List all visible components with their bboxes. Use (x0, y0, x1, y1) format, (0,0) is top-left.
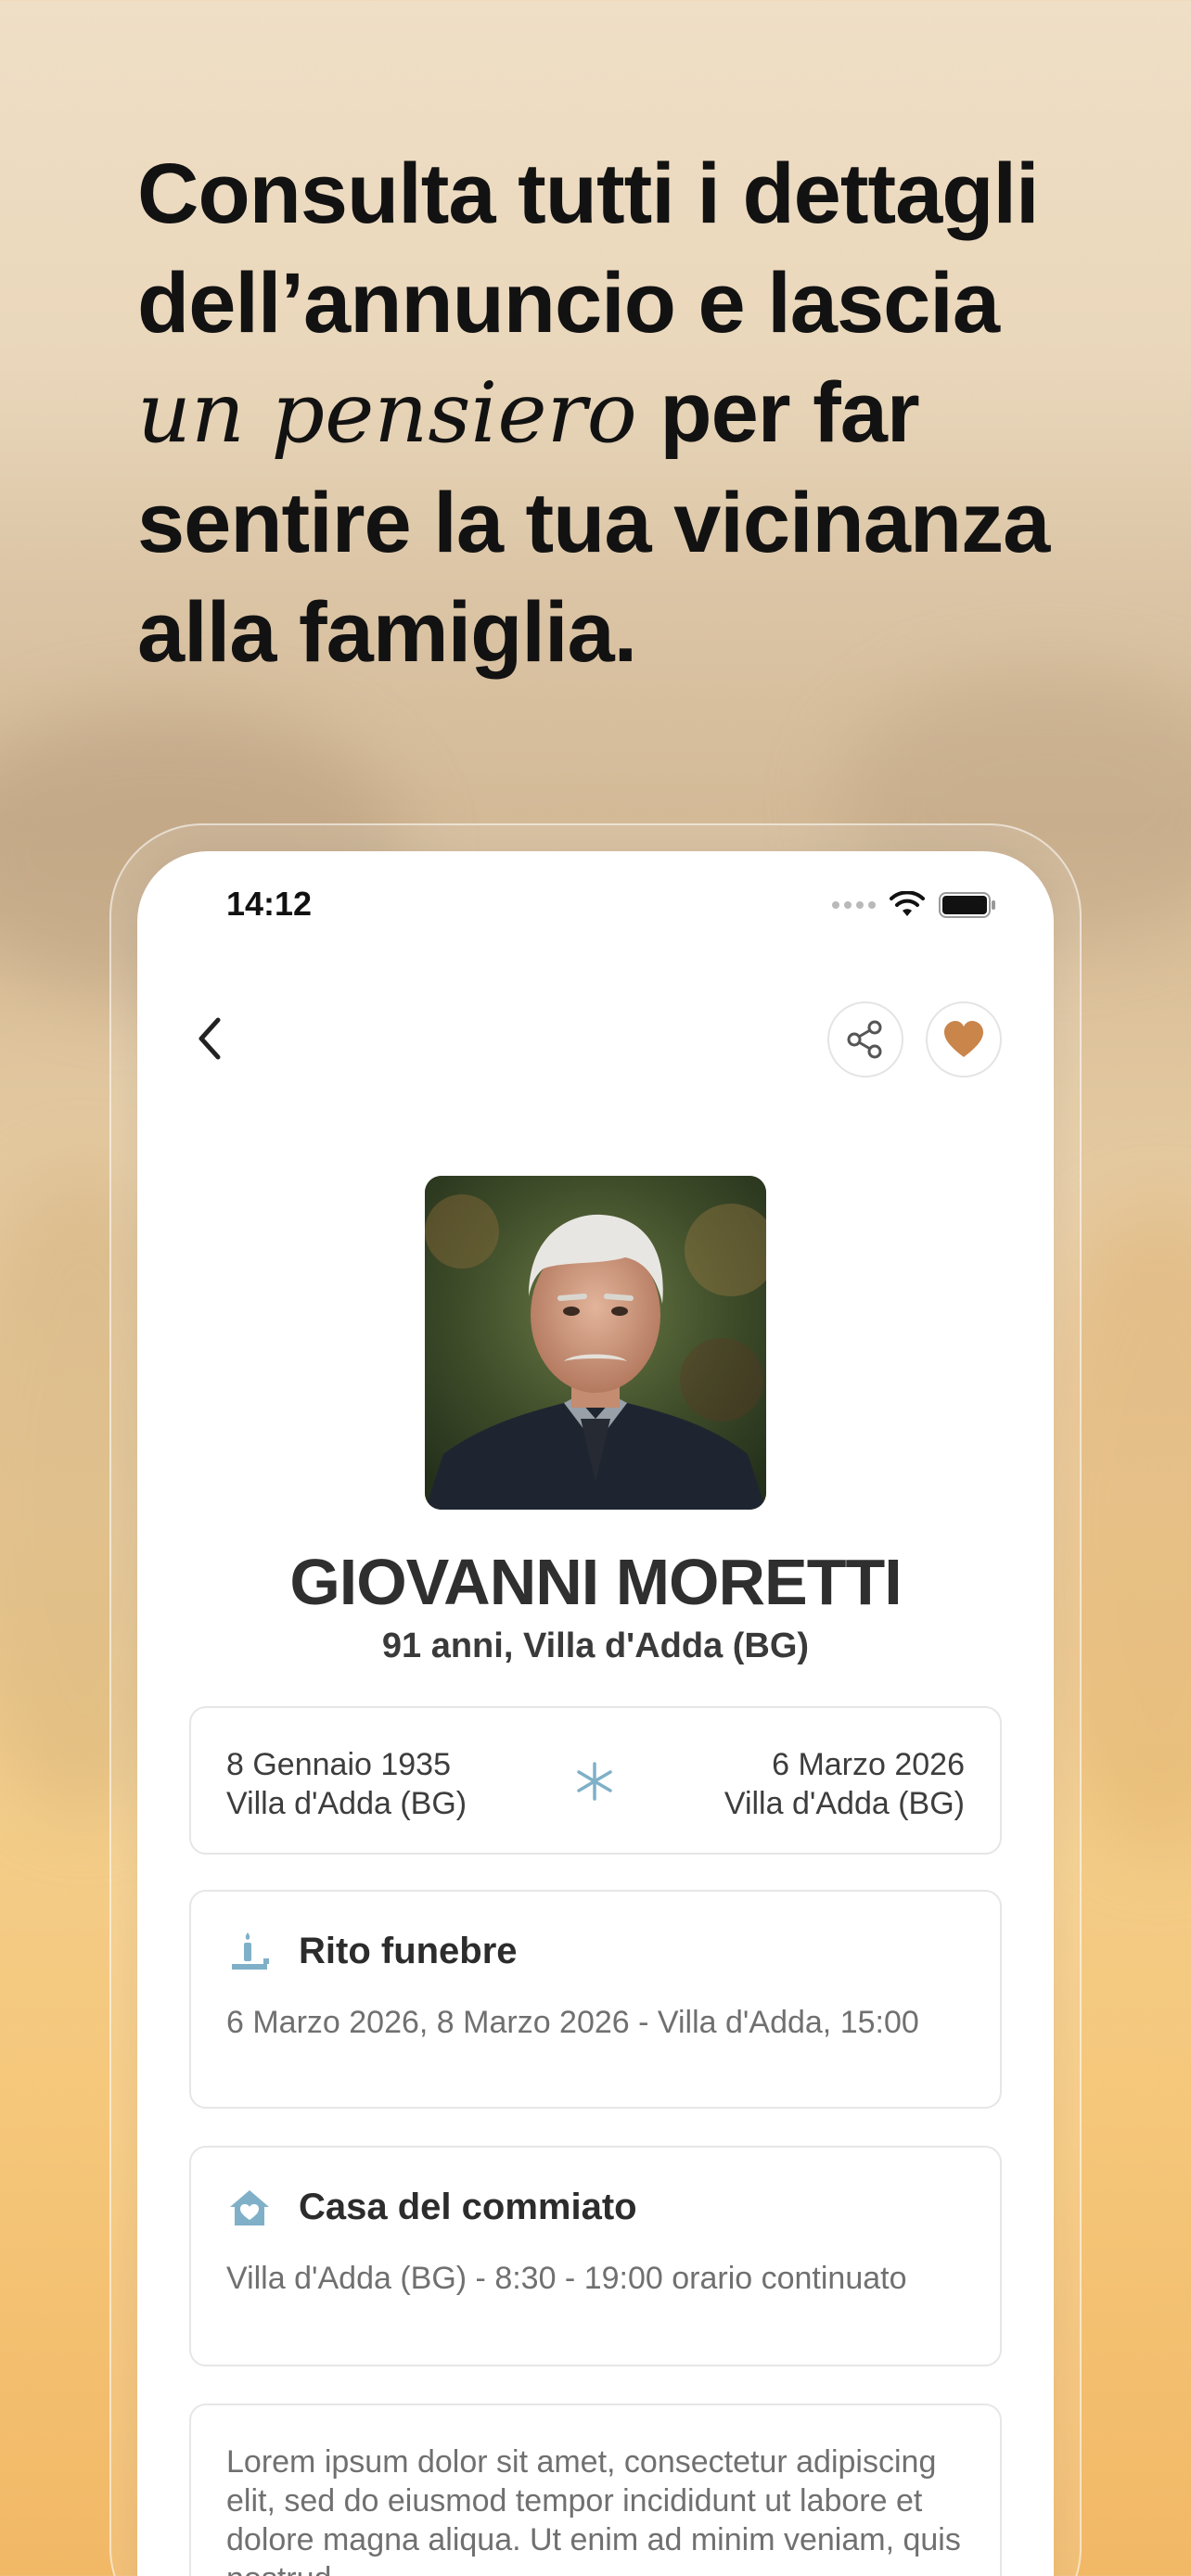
headline-line: sentire la tua vicinanza (137, 476, 1050, 570)
chevron-left-icon (198, 1017, 221, 1060)
dates-card: 8 Gennaio 1935 Villa d'Adda (BG) 6 Marzo… (189, 1706, 1002, 1855)
candle-icon (232, 1932, 269, 1970)
back-button[interactable] (180, 1009, 239, 1068)
card-body: 6 Marzo 2026, 8 Marzo 2026 - Villa d'Add… (226, 2005, 919, 2040)
age-place: 91 anni, Villa d'Adda (BG) (381, 1626, 810, 1665)
death-date: 6 Marzo 2026 (772, 1747, 965, 1782)
battery-icon (939, 892, 995, 918)
death-info: 6 Marzo 2026 Villa d'Adda (BG) (724, 1745, 965, 1823)
card-title: Casa del commiato (299, 2187, 637, 2227)
marketing-headline: Consulta tutti i dettagli dell’annuncio … (137, 139, 1065, 687)
headline-line: dell’annuncio e lascia (137, 256, 1000, 351)
signal-icon (832, 901, 876, 909)
headline-line: un pensiero per far (137, 358, 1065, 468)
funeral-home-card[interactable]: Casa del commiato Villa d'Adda (BG) - 8:… (189, 2146, 1002, 2366)
card-title: Rito funebre (299, 1931, 518, 1971)
headline-italic: un pensiero (137, 364, 637, 462)
share-icon (847, 1020, 882, 1059)
birth-place: Villa d'Adda (BG) (226, 1786, 467, 1821)
wifi-icon (890, 891, 925, 916)
card-body: Villa d'Adda (BG) - 8:30 - 19:00 orario … (226, 2261, 907, 2296)
favorite-button[interactable] (926, 1001, 1002, 1078)
share-button[interactable] (827, 1001, 903, 1078)
birth-info: 8 Gennaio 1935 Villa d'Adda (BG) (226, 1745, 467, 1823)
phone-screen: 14:12 GIOVANNI MORETTI 91 anni, Villa d'… (137, 851, 1054, 2576)
description-card: Lorem ipsum dolor sit amet, consectetur … (189, 2404, 1002, 2576)
headline-line: Consulta tutti i dettagli (137, 147, 1040, 241)
death-place: Villa d'Adda (BG) (724, 1786, 965, 1821)
asterisk-icon (577, 1762, 612, 1801)
deceased-photo (425, 1176, 766, 1510)
description-text: Lorem ipsum dolor sit amet, consectetur … (226, 2444, 961, 2576)
heart-icon (944, 1021, 983, 1057)
deceased-name: GIOVANNI MORETTI (289, 1546, 902, 1618)
status-icons (832, 886, 996, 924)
birth-date: 8 Gennaio 1935 (226, 1747, 451, 1782)
headline-line-rest: per far (636, 365, 919, 460)
funeral-rite-card[interactable]: Rito funebre 6 Marzo 2026, 8 Marzo 2026 … (189, 1890, 1002, 2109)
house-heart-icon (230, 2190, 269, 2225)
headline-line: alla famiglia. (137, 585, 637, 680)
status-time: 14:12 (226, 885, 313, 923)
